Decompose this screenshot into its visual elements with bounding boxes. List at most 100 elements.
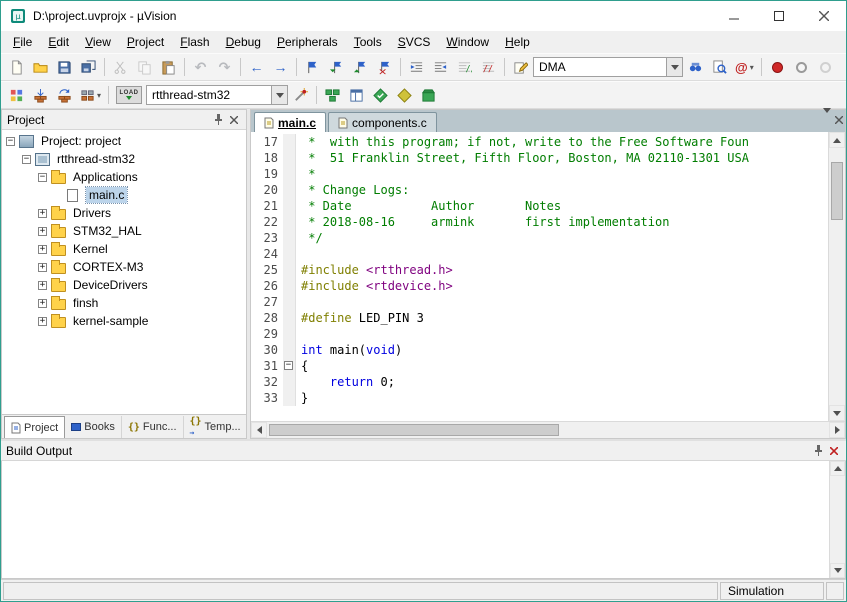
tree-item-finsh[interactable]: +finsh — [2, 294, 246, 312]
tree-item-kernel[interactable]: +Kernel — [2, 240, 246, 258]
code-line-19[interactable]: 19 * — [251, 166, 828, 182]
uncomment-button[interactable]: // — [477, 56, 500, 79]
comment-button[interactable]: // — [453, 56, 476, 79]
bookmark-next-button[interactable] — [349, 56, 372, 79]
scroll-up-button[interactable] — [830, 461, 845, 476]
undo-button[interactable]: ↶ — [189, 56, 212, 79]
project-targets-button[interactable] — [369, 84, 392, 107]
paste-button[interactable] — [157, 56, 180, 79]
save-button[interactable] — [53, 56, 76, 79]
scroll-right-button[interactable] — [829, 422, 845, 438]
new-file-button[interactable] — [5, 56, 28, 79]
menu-tools[interactable]: Tools — [346, 32, 390, 52]
code-line-23[interactable]: 23 */ — [251, 230, 828, 246]
navigate-forward-button[interactable]: → — [269, 56, 292, 79]
menu-window[interactable]: Window — [438, 32, 497, 52]
file-extensions-button[interactable] — [345, 84, 368, 107]
target-combobox[interactable]: rtthread-stm32 — [146, 85, 288, 105]
tree-item-cortex-m3[interactable]: +CORTEX-M3 — [2, 258, 246, 276]
tab-project[interactable]: Project — [4, 416, 65, 438]
menu-help[interactable]: Help — [497, 32, 538, 52]
scroll-left-button[interactable] — [251, 422, 267, 438]
bookmark-prev-button[interactable] — [325, 56, 348, 79]
menu-project[interactable]: Project — [119, 32, 172, 52]
code-line-33[interactable]: 33} — [251, 390, 828, 406]
breakpoint-toggle-button[interactable] — [766, 56, 789, 79]
breakpoint-disable-button[interactable] — [790, 56, 813, 79]
scroll-down-button[interactable] — [830, 563, 845, 578]
configuration-wizard-button[interactable] — [393, 84, 416, 107]
minimize-button[interactable] — [711, 1, 756, 31]
configure-find-button[interactable] — [509, 56, 532, 79]
pack-installer-button[interactable] — [417, 84, 440, 107]
code-line-30[interactable]: 30int main(void) — [251, 342, 828, 358]
bookmark-toggle-button[interactable] — [301, 56, 324, 79]
rebuild-button[interactable] — [53, 84, 76, 107]
code-line-21[interactable]: 21 * Date Author Notes — [251, 198, 828, 214]
code-lines[interactable]: 17 * with this program; if not, write to… — [251, 132, 828, 421]
tab-books[interactable]: Books — [65, 416, 122, 438]
indent-left-button[interactable] — [429, 56, 452, 79]
copy-button[interactable] — [133, 56, 156, 79]
tab-main-c[interactable]: main.c — [254, 112, 326, 132]
tree-item-stm32-hal[interactable]: +STM32_HAL — [2, 222, 246, 240]
tab-components-c[interactable]: components.c — [328, 112, 437, 132]
build-output-scrollbar[interactable] — [829, 461, 845, 578]
menu-flash[interactable]: Flash — [172, 32, 217, 52]
pin-panel-button[interactable] — [211, 112, 226, 127]
menu-debug[interactable]: Debug — [218, 32, 269, 52]
fold-collapse-icon[interactable]: − — [284, 361, 293, 370]
editor-horizontal-scrollbar[interactable] — [251, 421, 845, 438]
tree-item-project-project[interactable]: −Project: project — [2, 132, 246, 150]
batch-build-button[interactable]: ▾ — [77, 84, 104, 107]
tab-list-button[interactable] — [823, 113, 831, 127]
scrollbar-thumb[interactable] — [269, 424, 559, 436]
collapse-icon[interactable]: − — [6, 137, 15, 146]
code-line-25[interactable]: 25#include <rtthread.h> — [251, 262, 828, 278]
tree-item-rtthread-stm32[interactable]: −rtthread-stm32 — [2, 150, 246, 168]
tree-item-main-c[interactable]: main.c — [2, 186, 246, 204]
tree-item-kernel-sample[interactable]: +kernel-sample — [2, 312, 246, 330]
tab-functions[interactable]: {} Func... — [122, 416, 184, 438]
tree-item-devicedrivers[interactable]: +DeviceDrivers — [2, 276, 246, 294]
find-in-files-button[interactable] — [684, 56, 707, 79]
scrollbar-thumb[interactable] — [831, 162, 843, 220]
code-line-18[interactable]: 18 * 51 Franklin Street, Fifth Floor, Bo… — [251, 150, 828, 166]
code-line-31[interactable]: 31−{ — [251, 358, 828, 374]
tree-item-applications[interactable]: −Applications — [2, 168, 246, 186]
pin-panel-button[interactable] — [811, 443, 826, 458]
code-line-26[interactable]: 26#include <rtdevice.h> — [251, 278, 828, 294]
expand-icon[interactable]: + — [38, 263, 47, 272]
code-line-27[interactable]: 27 — [251, 294, 828, 310]
find-button[interactable] — [708, 56, 731, 79]
redo-button[interactable]: ↷ — [213, 56, 236, 79]
expand-icon[interactable]: + — [38, 209, 47, 218]
expand-icon[interactable]: + — [38, 281, 47, 290]
expand-icon[interactable]: + — [38, 245, 47, 254]
save-all-button[interactable] — [77, 56, 100, 79]
code-line-17[interactable]: 17 * with this program; if not, write to… — [251, 134, 828, 150]
highlight-search-button[interactable]: @▾ — [732, 56, 757, 79]
close-document-button[interactable] — [835, 113, 843, 127]
open-file-button[interactable] — [29, 56, 52, 79]
expand-icon[interactable]: + — [38, 227, 47, 236]
code-line-20[interactable]: 20 * Change Logs: — [251, 182, 828, 198]
manage-run-time-button[interactable] — [321, 84, 344, 107]
maximize-button[interactable] — [756, 1, 801, 31]
menu-svcs[interactable]: SVCS — [390, 32, 439, 52]
code-line-28[interactable]: 28#define LED_PIN 3 — [251, 310, 828, 326]
collapse-icon[interactable]: − — [22, 155, 31, 164]
target-dropdown-button[interactable] — [271, 86, 287, 104]
code-line-24[interactable]: 24 — [251, 246, 828, 262]
navigate-back-button[interactable]: ← — [245, 56, 268, 79]
options-for-target-button[interactable] — [289, 84, 312, 107]
collapse-icon[interactable]: − — [38, 173, 47, 182]
close-panel-button[interactable] — [826, 443, 841, 458]
code-line-32[interactable]: 32 return 0; — [251, 374, 828, 390]
tab-templates[interactable]: {}→ Temp... — [184, 416, 248, 438]
menu-edit[interactable]: Edit — [40, 32, 77, 52]
expand-icon[interactable]: + — [38, 299, 47, 308]
build-output-content[interactable] — [2, 461, 829, 578]
translate-button[interactable] — [5, 84, 28, 107]
cut-button[interactable] — [109, 56, 132, 79]
